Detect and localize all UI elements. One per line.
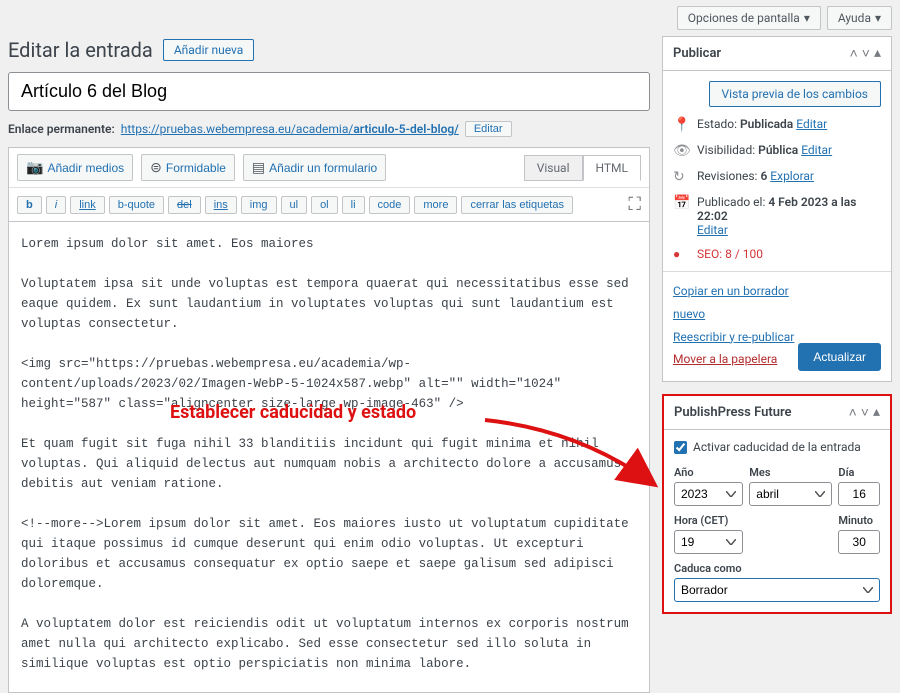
permalink-edit-button[interactable]: Editar	[465, 121, 512, 137]
pin-icon: 📍	[673, 117, 689, 133]
enable-expiration-row[interactable]: Activar caducidad de la entrada	[674, 440, 880, 454]
form-icon: ▤	[252, 159, 265, 176]
qt-li[interactable]: li	[342, 196, 365, 214]
expire-as-select[interactable]: Borrador	[674, 578, 880, 602]
edit-status-link[interactable]: Editar	[796, 117, 827, 131]
publish-box: Publicar ˄˅▴ Vista previa de los cambios…	[662, 36, 892, 382]
qt-ul[interactable]: ul	[281, 196, 308, 214]
qt-ol[interactable]: ol	[311, 196, 338, 214]
qt-code[interactable]: code	[369, 196, 411, 214]
formidable-button[interactable]: ⊜Formidable	[141, 154, 235, 181]
update-button[interactable]: Actualizar	[798, 343, 881, 371]
explore-revisions-link[interactable]: Explorar	[770, 169, 814, 183]
qt-bold[interactable]: b	[17, 196, 42, 214]
chevron-down-icon: ▾	[875, 11, 881, 25]
publish-heading: Publicar	[673, 46, 721, 61]
preview-changes-button[interactable]: Vista previa de los cambios	[709, 81, 881, 107]
caret-up-icon[interactable]: ▴	[874, 45, 881, 62]
html-tab[interactable]: HTML	[583, 155, 642, 181]
page-title: Editar la entrada	[8, 38, 153, 62]
visual-tab[interactable]: Visual	[524, 155, 583, 181]
eye-icon: 👁	[673, 143, 689, 159]
seo-dot-icon: ●	[673, 247, 689, 261]
backup-icon: ↻	[673, 169, 689, 185]
qt-link[interactable]: link	[70, 196, 105, 214]
move-to-trash-link[interactable]: Mover a la papelera	[673, 352, 777, 366]
add-media-button[interactable]: 📷Añadir medios	[17, 154, 133, 181]
post-title-input[interactable]	[8, 72, 650, 111]
year-select[interactable]: 2023	[674, 482, 743, 506]
chevron-down-icon[interactable]: ˅	[862, 45, 870, 62]
future-heading: PublishPress Future	[674, 405, 792, 420]
qt-close-tags[interactable]: cerrar las etiquetas	[461, 196, 573, 214]
edit-visibility-link[interactable]: Editar	[801, 143, 832, 157]
qt-bquote[interactable]: b-quote	[109, 196, 164, 214]
day-input[interactable]	[838, 482, 880, 506]
qt-ins[interactable]: ins	[205, 196, 237, 214]
caret-up-icon[interactable]: ▴	[873, 404, 880, 421]
chevron-up-icon[interactable]: ˄	[850, 45, 858, 62]
camera-icon: 📷	[26, 159, 43, 176]
hour-select[interactable]: 19	[674, 530, 743, 554]
fullscreen-icon[interactable]: ⛶	[628, 194, 641, 215]
qt-more[interactable]: more	[414, 196, 457, 214]
permalink-row: Enlace permanente: https://pruebas.webem…	[8, 121, 650, 137]
qt-img[interactable]: img	[241, 196, 277, 214]
permalink-link[interactable]: https://pruebas.webempresa.eu/academia/a…	[121, 122, 459, 136]
screen-options-button[interactable]: Opciones de pantalla ▾	[677, 6, 821, 30]
add-new-button[interactable]: Añadir nueva	[163, 39, 255, 61]
qt-del[interactable]: del	[168, 196, 201, 214]
chevron-down-icon[interactable]: ˅	[861, 404, 869, 421]
rewrite-republish-link[interactable]: Reescribir y re-publicar	[673, 330, 794, 344]
add-form-button[interactable]: ▤Añadir un formulario	[243, 154, 386, 181]
minute-input[interactable]	[838, 530, 880, 554]
chevron-down-icon: ▾	[804, 11, 810, 25]
content-textarea[interactable]: Lorem ipsum dolor sit amet. Eos maiores …	[9, 222, 649, 692]
chevron-up-icon[interactable]: ˄	[849, 404, 857, 421]
calendar-icon: 📅	[673, 195, 689, 211]
help-button[interactable]: Ayuda ▾	[827, 6, 892, 30]
publishpress-future-box: PublishPress Future ˄˅▴ Activar caducida…	[662, 394, 892, 614]
edit-date-link[interactable]: Editar	[697, 223, 728, 237]
enable-expiration-checkbox[interactable]	[674, 441, 687, 454]
copy-draft-link[interactable]: Copiar en un borrador nuevo	[673, 284, 789, 321]
month-select[interactable]: abril	[749, 482, 832, 506]
formidable-icon: ⊜	[150, 159, 162, 176]
qt-italic[interactable]: i	[46, 196, 66, 214]
